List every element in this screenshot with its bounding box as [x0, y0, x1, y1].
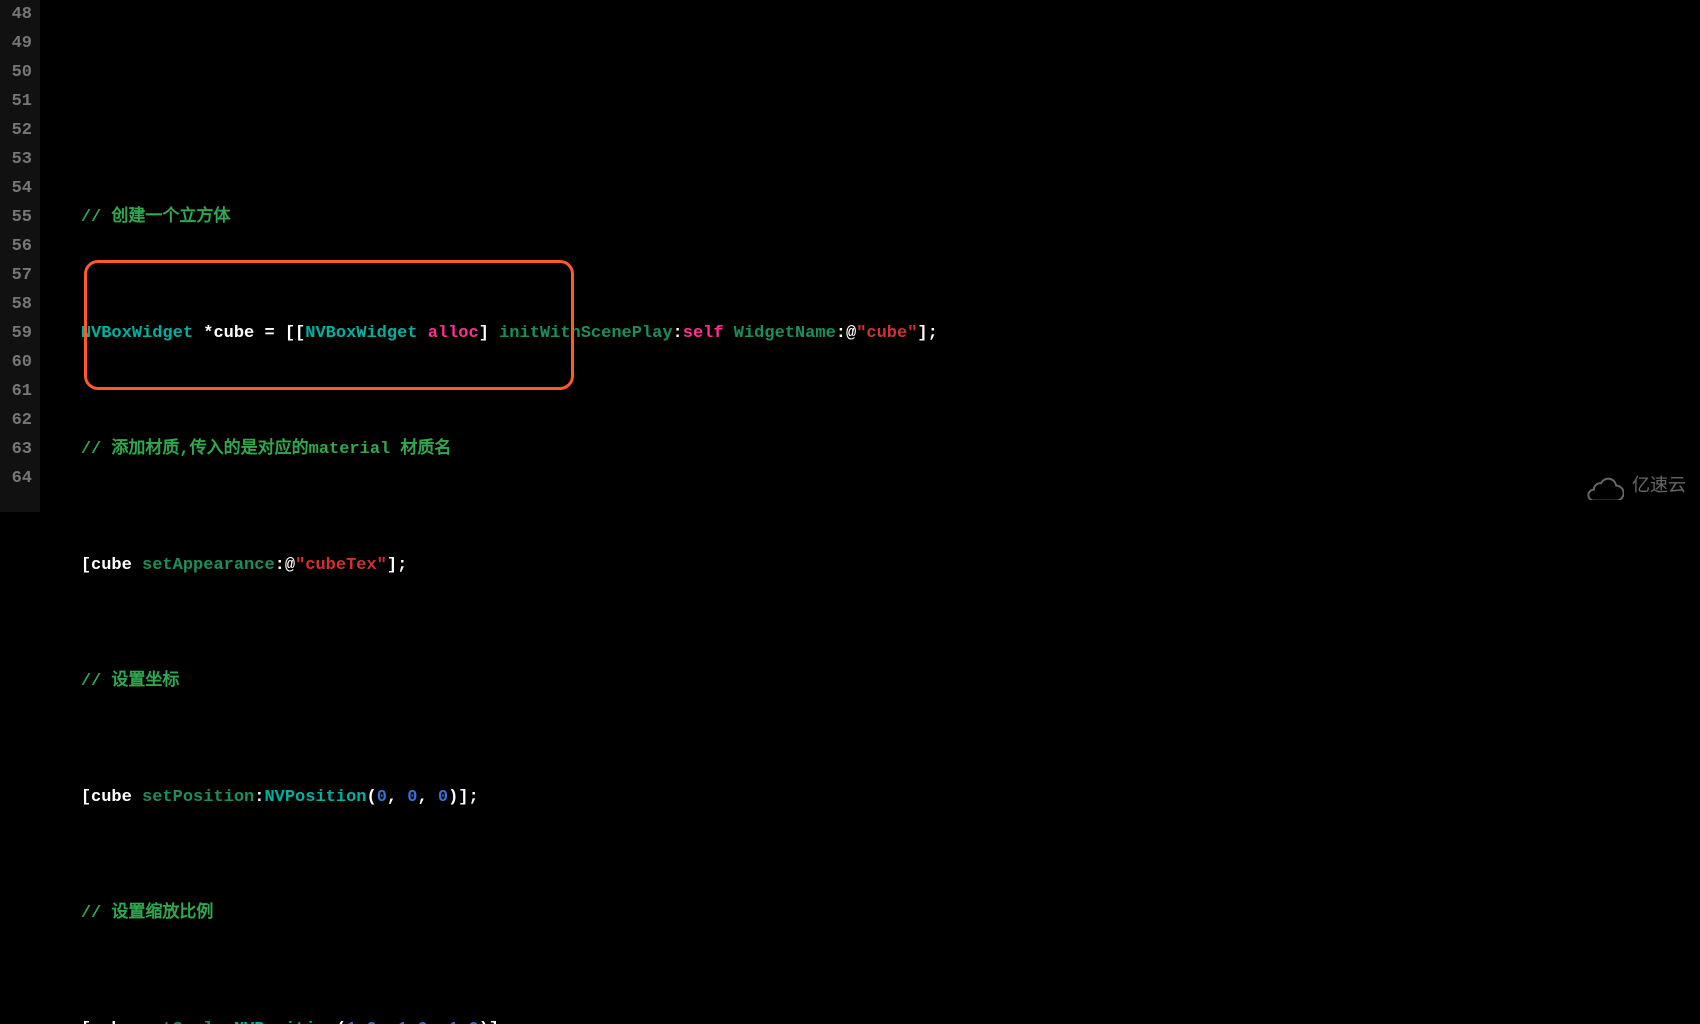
line-number: 50: [0, 58, 32, 87]
line-number: 48: [0, 0, 32, 29]
line-number: 52: [0, 116, 32, 145]
comment: // 创建一个立方体: [81, 208, 231, 227]
line-number: 59: [0, 319, 32, 348]
cloud-icon: [1586, 476, 1624, 500]
code-line[interactable]: // 添加材质,传入的是对应的material 材质名: [40, 435, 1700, 464]
type: NVBoxWidget: [305, 324, 417, 343]
method: setAppearance: [142, 556, 275, 575]
line-number: 64: [0, 464, 32, 493]
code-editor[interactable]: 48 49 50 51 52 53 54 55 56 57 58 59 60 6…: [0, 0, 1700, 512]
method: setPosition: [142, 788, 254, 807]
line-number: 60: [0, 348, 32, 377]
keyword-alloc: alloc: [428, 324, 479, 343]
code-line[interactable]: // 设置缩放比例: [40, 899, 1700, 928]
line-number: 63: [0, 435, 32, 464]
comment: // 设置缩放比例: [81, 904, 214, 923]
line-number: 58: [0, 290, 32, 319]
line-number: 54: [0, 174, 32, 203]
function: NVPosition: [264, 788, 366, 807]
comment: // 设置坐标: [81, 672, 180, 691]
function: NVPosition: [234, 1020, 336, 1024]
code-line[interactable]: // 创建一个立方体: [40, 203, 1700, 232]
line-number: 49: [0, 29, 32, 58]
line-number: 61: [0, 377, 32, 406]
keyword-self: self: [683, 324, 724, 343]
string: "cubeTex": [295, 556, 387, 575]
line-number: 53: [0, 145, 32, 174]
watermark-text: 亿速云: [1632, 473, 1686, 502]
line-number: 62: [0, 406, 32, 435]
code-area[interactable]: // 创建一个立方体 NVBoxWidget *cube = [[NVBoxWi…: [40, 0, 1700, 512]
method: initWithScenePlay: [499, 324, 672, 343]
watermark: 亿速云: [1586, 473, 1686, 502]
method: WidgetName: [734, 324, 836, 343]
code-line[interactable]: [cube setScale:NVPosition(1.0, 1.0, 1.0)…: [40, 1015, 1700, 1024]
code-line[interactable]: // 设置坐标: [40, 667, 1700, 696]
line-number: 56: [0, 232, 32, 261]
line-number: 55: [0, 203, 32, 232]
method: setScale: [142, 1020, 224, 1024]
type: NVBoxWidget: [81, 324, 193, 343]
code-line[interactable]: NVBoxWidget *cube = [[NVBoxWidget alloc]…: [40, 319, 1700, 348]
code-line[interactable]: [cube setAppearance:@"cubeTex"];: [40, 551, 1700, 580]
line-number: 57: [0, 261, 32, 290]
comment: // 添加材质,传入的是对应的material 材质名: [81, 440, 452, 459]
code-line[interactable]: [40, 87, 1700, 116]
line-number: 51: [0, 87, 32, 116]
line-number-gutter: 48 49 50 51 52 53 54 55 56 57 58 59 60 6…: [0, 0, 40, 512]
code-line[interactable]: [cube setPosition:NVPosition(0, 0, 0)];: [40, 783, 1700, 812]
string: "cube": [856, 324, 917, 343]
